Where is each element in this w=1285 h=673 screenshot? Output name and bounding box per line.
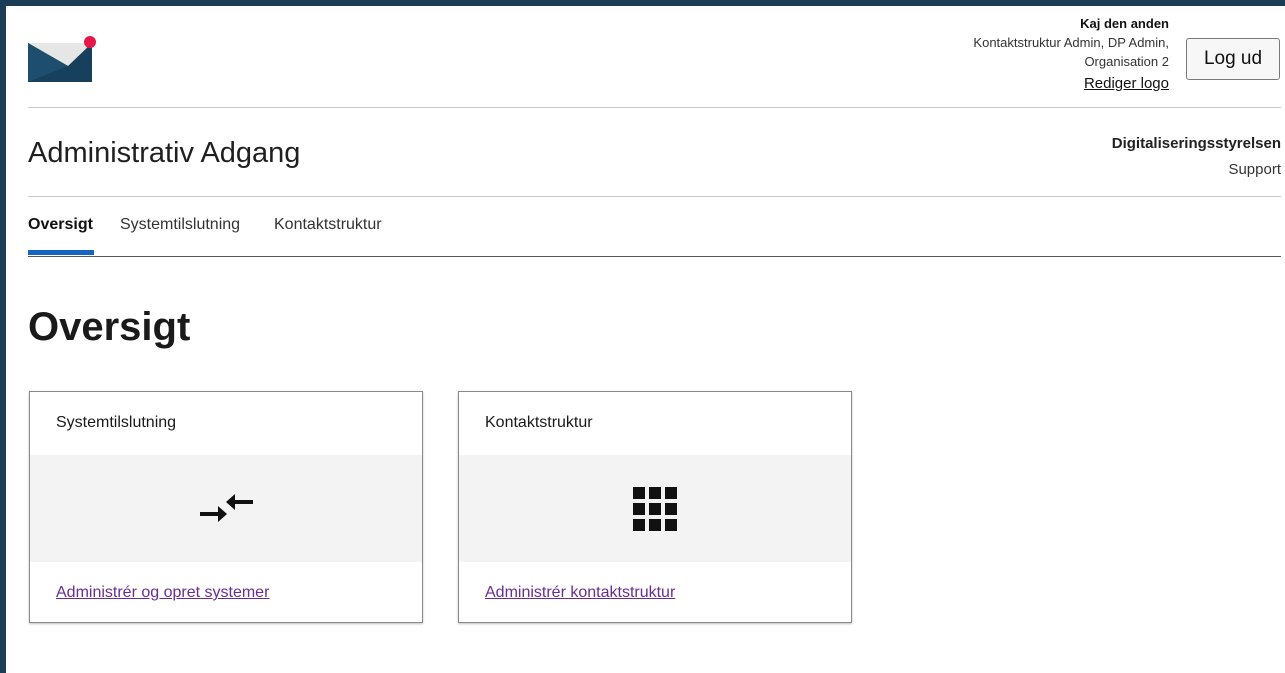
- title-divider: [28, 196, 1281, 197]
- user-roles-line1: Kontaktstruktur Admin, DP Admin,: [973, 35, 1169, 50]
- page-title: Oversigt: [28, 305, 191, 349]
- logo-icon[interactable]: [28, 36, 100, 84]
- logout-button[interactable]: Log ud: [1186, 38, 1280, 80]
- card-body: [459, 455, 851, 562]
- arrows-exchange-icon: [200, 493, 253, 522]
- app-title: Administrativ Adgang: [28, 137, 301, 169]
- card-systemtilslutning: Systemtilslutning Administrér og opret s…: [29, 391, 423, 623]
- card-kontaktstruktur: Kontaktstruktur Administrér kontaktstruk…: [458, 391, 852, 623]
- tab-kontaktstruktur[interactable]: Kontaktstruktur: [274, 216, 382, 246]
- user-roles-line2: Organisation 2: [1084, 54, 1169, 69]
- grid-icon: [633, 486, 677, 531]
- header-divider: [28, 107, 1281, 108]
- edit-logo-link[interactable]: Rediger logo: [1084, 73, 1169, 95]
- tab-bar: Oversigt Systemtilslutning Kontaktstrukt…: [28, 212, 1281, 257]
- manage-systems-link[interactable]: Administrér og opret systemer: [56, 584, 269, 602]
- tab-systemtilslutning[interactable]: Systemtilslutning: [120, 216, 240, 246]
- user-name: Kaj den anden: [1080, 16, 1169, 31]
- user-info: Kaj den anden Kontaktstruktur Admin, DP …: [973, 14, 1169, 95]
- card-title: Kontaktstruktur: [485, 414, 593, 431]
- active-tab-indicator: [28, 250, 94, 255]
- manage-contact-structure-link[interactable]: Administrér kontaktstruktur: [485, 584, 675, 602]
- card-body: [30, 455, 422, 562]
- organization-block: Digitaliseringsstyrelsen Support: [1112, 131, 1281, 183]
- tab-oversigt[interactable]: Oversigt: [28, 216, 93, 246]
- organization-name: Digitaliseringsstyrelsen: [1111, 135, 1281, 152]
- card-title: Systemtilslutning: [56, 414, 177, 431]
- support-link[interactable]: Support: [1112, 157, 1281, 183]
